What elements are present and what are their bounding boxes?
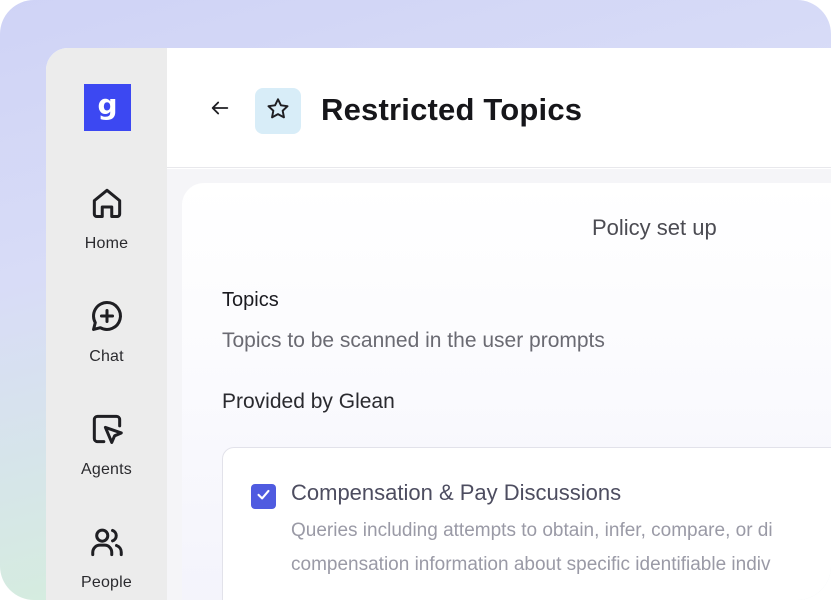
home-icon: [88, 184, 126, 227]
provided-by-label: Provided by Glean: [222, 390, 395, 413]
star-icon: [265, 96, 291, 127]
topic-name: Compensation & Pay Discussions: [291, 480, 622, 505]
main-panel: Restricted Topics Policy set up Topics T…: [167, 48, 831, 600]
topic-description-line: compensation information about specific …: [291, 554, 771, 575]
page-icon-tile: [255, 88, 301, 134]
chat-icon: [88, 297, 126, 340]
topics-subtitle: Topics to be scanned in the user prompts: [222, 329, 605, 352]
sidebar-item-chat[interactable]: Chat: [46, 297, 167, 366]
sidebar-item-label: Agents: [80, 461, 132, 478]
sidebar-item-label: People: [80, 574, 133, 591]
sidebar-item-home[interactable]: Home: [46, 184, 167, 253]
sidebar: g Home Chat Agents People: [46, 48, 167, 600]
logo-letter: g: [97, 88, 118, 121]
people-icon: [88, 523, 126, 566]
topic-checkbox[interactable]: [251, 484, 276, 509]
topics-heading: Topics: [222, 289, 279, 311]
back-button[interactable]: [207, 97, 233, 123]
checkmark-icon: [255, 486, 272, 508]
sidebar-item-agents[interactable]: Agents: [46, 410, 167, 479]
sidebar-item-label: Home: [84, 235, 129, 252]
app-window: g Home Chat Agents People Restricted Top…: [46, 48, 831, 600]
topic-description-line: Queries including attempts to obtain, in…: [291, 520, 773, 541]
topic-item-compensation[interactable]: Compensation & Pay Discussions Queries i…: [222, 447, 831, 600]
topic-description: Queries including attempts to obtain, in…: [291, 514, 831, 582]
arrow-left-icon: [209, 97, 231, 124]
page-header: Restricted Topics: [167, 48, 831, 168]
app-frame: g Home Chat Agents People Restricted Top…: [0, 0, 831, 600]
glean-logo[interactable]: g: [84, 84, 131, 131]
step-title: Policy set up: [592, 215, 717, 240]
policy-card: Policy set up Topics Topics to be scanne…: [182, 183, 831, 600]
sidebar-item-people[interactable]: People: [46, 523, 167, 592]
page-title: Restricted Topics: [321, 92, 583, 127]
agents-icon: [88, 410, 126, 453]
sidebar-item-label: Chat: [89, 348, 124, 365]
